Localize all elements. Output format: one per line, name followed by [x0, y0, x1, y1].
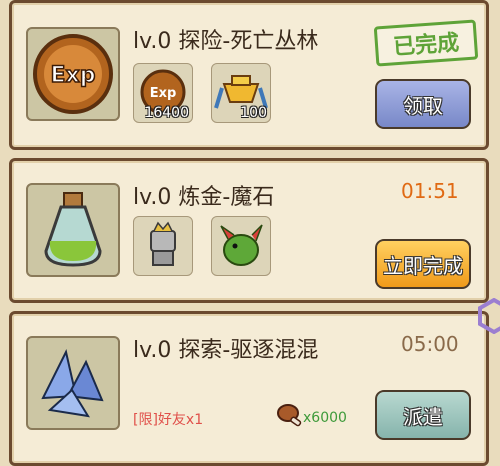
instant-complete-button[interactable]: 立即完成: [375, 239, 471, 289]
meat-icon: [277, 404, 302, 427]
duration-timer: 05:00: [401, 332, 459, 356]
cost-amount: x6000: [303, 410, 347, 426]
robot-creature-icon: [150, 221, 176, 266]
task-title: lv.0 探索-驱逐混混: [133, 338, 319, 363]
claim-button[interactable]: 领取: [375, 79, 471, 129]
reward-item-robot: [133, 216, 193, 276]
green-potion-icon: [44, 192, 102, 267]
green-dragon-icon: [220, 224, 263, 266]
hexagon-icon[interactable]: [476, 298, 500, 334]
task-icon-frame: [26, 183, 120, 277]
reward-item-chest: 100: [211, 63, 271, 123]
completed-stamp: 已完成: [373, 19, 479, 67]
svg-text:Exp: Exp: [51, 63, 96, 88]
reward-item-dragon: [211, 216, 271, 276]
task-title: lv.0 炼金-魔石: [133, 185, 275, 210]
requirement-friend: [限]好友x1: [133, 412, 204, 428]
task-icon-frame: Exp: [26, 27, 120, 121]
exp-coin-icon: Exp: [33, 34, 113, 114]
task-card-alchemy: lv.0 炼金-魔石 01:51 立即完成: [9, 158, 489, 303]
blue-crystal-icon: [41, 349, 104, 418]
task-card-expedition: Exp lv.0 探险-死亡丛林 已完成 Exp 16400 100 领取: [9, 0, 489, 150]
task-card-dispatch: lv.0 探索-驱逐混混 05:00 [限]好友x1 x6000 派遣: [9, 311, 489, 466]
svg-text:Exp: Exp: [150, 86, 177, 101]
reward-amount: 100: [240, 105, 267, 121]
reward-item-exp: Exp 16400: [133, 63, 193, 123]
dispatch-button[interactable]: 派遣: [375, 390, 471, 440]
task-icon-frame: [26, 336, 120, 430]
reward-amount: 16400: [144, 105, 189, 121]
countdown-timer: 01:51: [401, 179, 459, 203]
task-title: lv.0 探险-死亡丛林: [133, 29, 319, 54]
